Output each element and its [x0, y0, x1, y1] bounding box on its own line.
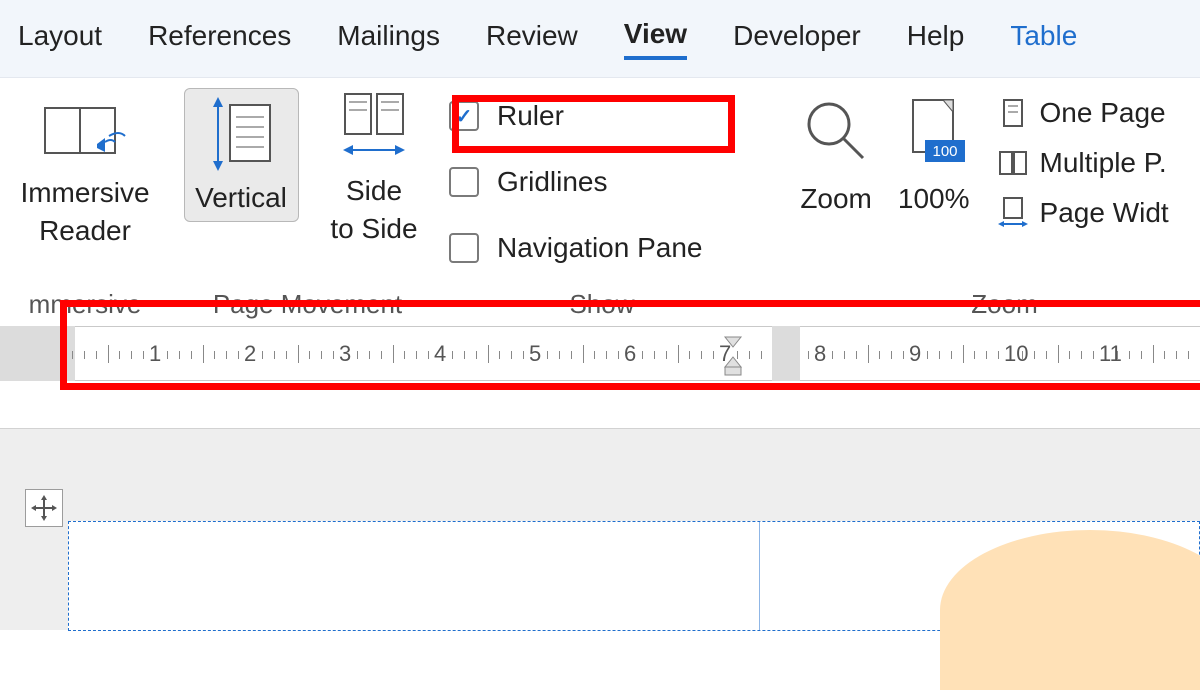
page-100-icon: 100 [899, 96, 969, 174]
horizontal-ruler[interactable]: 1234567891011 [0, 326, 1200, 381]
magnifier-icon [801, 96, 871, 174]
multiple-pages-icon [996, 146, 1030, 180]
ruler-label: Ruler [497, 100, 564, 132]
checkbox-icon: ✓ [449, 101, 479, 131]
tab-review[interactable]: Review [486, 20, 578, 58]
page-width-button[interactable]: Page Widt [996, 196, 1169, 230]
ruler-number: 6 [624, 341, 636, 367]
group-immersive: ImmersiveReader mmersive [0, 78, 180, 326]
one-page-label: One Page [1040, 97, 1166, 129]
group-label-pagemove: Page Movement [213, 289, 402, 326]
zoom-label: Zoom [800, 180, 872, 218]
one-page-icon [996, 96, 1030, 130]
multiple-pages-button[interactable]: Multiple P. [996, 146, 1169, 180]
gridlines-checkbox[interactable]: Gridlines [449, 166, 607, 198]
zoom-100-label: 100% [898, 180, 970, 218]
ruler-number: 9 [909, 341, 921, 367]
immersive-reader-label: ImmersiveReader [20, 174, 149, 250]
tab-developer[interactable]: Developer [733, 20, 861, 58]
ruler-margin-left [0, 326, 75, 381]
tab-mailings[interactable]: Mailings [337, 20, 440, 58]
group-label-zoom: Zoom [971, 289, 1037, 326]
vertical-scroll-icon [206, 95, 276, 173]
multiple-pages-label: Multiple P. [1040, 147, 1167, 179]
ruler-ticks: 1234567891011 [75, 327, 1200, 380]
table-column-divider[interactable] [759, 522, 760, 630]
vertical-label: Vertical [195, 179, 287, 217]
ribbon: ImmersiveReader mmersive Vertical [0, 78, 1200, 326]
side-to-side-icon [339, 88, 409, 166]
move-icon [31, 495, 57, 521]
svg-text:100: 100 [932, 143, 957, 160]
ruler-number: 11 [1099, 341, 1122, 367]
zoom-button[interactable]: Zoom [800, 88, 872, 218]
tab-view[interactable]: View [624, 18, 687, 60]
right-indent-marker-icon[interactable] [723, 329, 743, 379]
vertical-button[interactable]: Vertical [184, 88, 299, 222]
table-move-handle[interactable] [25, 489, 63, 527]
navpane-label: Navigation Pane [497, 232, 702, 264]
immersive-reader-button[interactable]: ImmersiveReader [20, 88, 149, 250]
ruler-number: 4 [434, 341, 446, 367]
page-edge [0, 381, 1200, 429]
ruler-column-marker[interactable] [772, 326, 800, 381]
ruler-number: 5 [529, 341, 541, 367]
one-page-button[interactable]: One Page [996, 96, 1169, 130]
page-width-label: Page Widt [1040, 197, 1169, 229]
group-show: ✓ Ruler Gridlines Navigation Pane Show [435, 78, 755, 326]
gridlines-label: Gridlines [497, 166, 607, 198]
book-audio-icon [35, 98, 135, 168]
checkbox-icon [449, 167, 479, 197]
tab-references[interactable]: References [148, 20, 291, 58]
tab-help[interactable]: Help [907, 20, 965, 58]
page-width-icon [996, 196, 1030, 230]
ruler-number: 2 [244, 341, 256, 367]
ruler-track: 1234567891011 [75, 326, 1200, 381]
tab-table[interactable]: Table [1010, 20, 1077, 58]
group-page-movement: Vertical Side to Side Page Movement [180, 78, 435, 326]
zoom-100-button[interactable]: 100 100% [898, 88, 970, 218]
side-to-side-label: Side to Side [330, 172, 417, 248]
ribbon-tabstrip: Layout References Mailings Review View D… [0, 0, 1200, 78]
document-area [0, 381, 1200, 630]
ruler-number: 3 [339, 341, 351, 367]
group-label-show: Show [569, 289, 634, 326]
navpane-checkbox[interactable]: Navigation Pane [449, 232, 702, 264]
checkbox-icon [449, 233, 479, 263]
group-label-immersive: mmersive [29, 289, 142, 326]
ruler-number: 1 [149, 341, 161, 367]
ruler-number: 10 [1004, 341, 1028, 367]
group-zoom: Zoom 100 100% One Page Multiple P. [755, 78, 1200, 326]
check-icon: ✓ [456, 104, 473, 129]
zoom-options: One Page Multiple P. Page Widt [996, 96, 1169, 230]
side-to-side-button[interactable]: Side to Side [317, 88, 432, 248]
ruler-number: 8 [814, 341, 826, 367]
ruler-checkbox[interactable]: ✓ Ruler [449, 100, 564, 132]
tab-layout[interactable]: Layout [18, 20, 102, 58]
